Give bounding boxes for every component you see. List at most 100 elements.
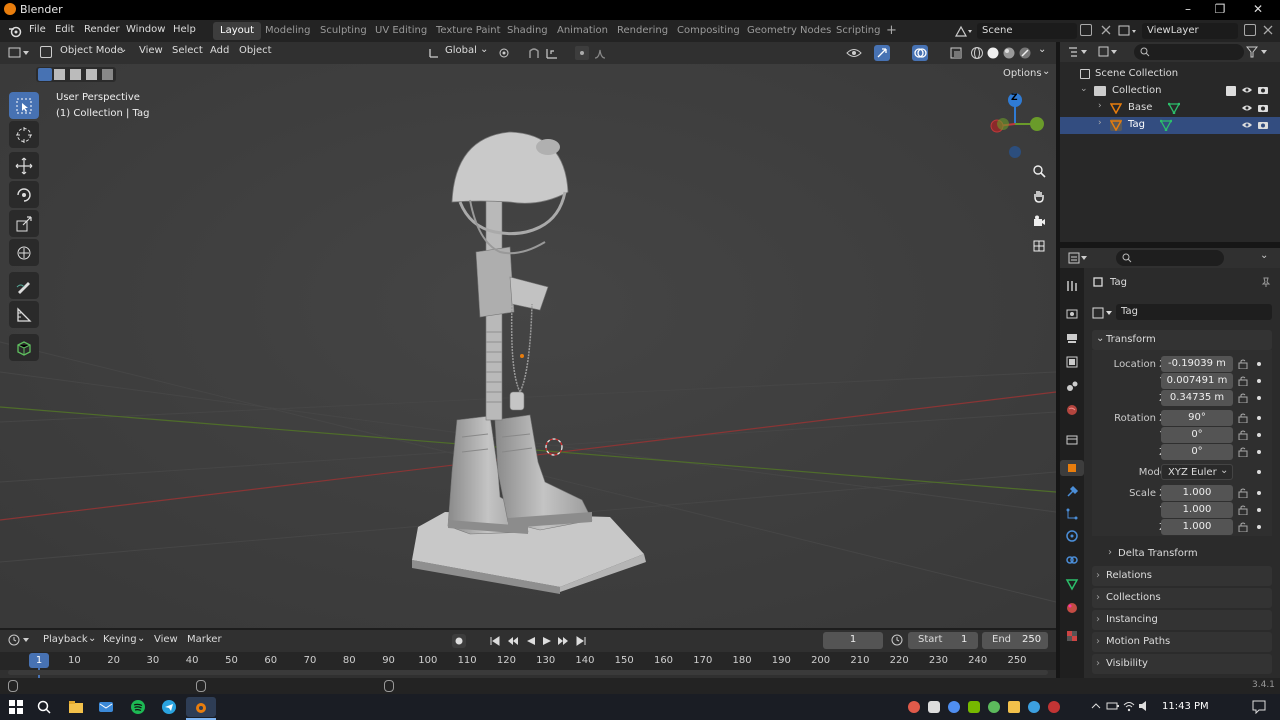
navigation-gizmo[interactable]: Z bbox=[985, 88, 1050, 158]
keyframe-dot-icon[interactable] bbox=[1257, 491, 1261, 495]
tab-texture-paint[interactable]: Texture Paint bbox=[429, 22, 508, 40]
expand-tag-icon[interactable]: › bbox=[1098, 118, 1102, 128]
rotation-y-field[interactable]: 0° bbox=[1161, 427, 1233, 443]
rotation-mode-dropdown[interactable]: XYZ Euler ⌄ bbox=[1161, 464, 1233, 480]
delta-transform-panel[interactable]: › Delta Transform bbox=[1106, 546, 1272, 562]
tray-app-icon[interactable] bbox=[908, 701, 920, 713]
notification-icon[interactable] bbox=[1252, 700, 1266, 714]
filter-icon[interactable] bbox=[1246, 45, 1270, 59]
location-z-field[interactable]: 0.34735 m bbox=[1161, 390, 1233, 406]
tray-app-icon[interactable] bbox=[1028, 701, 1040, 713]
spotify-icon[interactable] bbox=[128, 697, 148, 717]
render-camera-icon[interactable] bbox=[1257, 103, 1269, 113]
view-layer-icon[interactable] bbox=[1118, 24, 1138, 38]
auto-keying-icon[interactable] bbox=[452, 634, 466, 648]
output-tab-icon[interactable] bbox=[1064, 330, 1080, 346]
lock-icon[interactable] bbox=[1238, 376, 1248, 386]
delete-view-layer-icon[interactable] bbox=[1262, 24, 1274, 36]
move-tool[interactable] bbox=[9, 152, 39, 179]
collection-checkbox[interactable] bbox=[1226, 86, 1236, 96]
restore-icon[interactable]: ❐ bbox=[1210, 2, 1230, 16]
lock-icon[interactable] bbox=[1238, 505, 1248, 515]
current-frame-field[interactable]: 1 bbox=[823, 632, 883, 649]
tab-uv-editing[interactable]: UV Editing bbox=[368, 22, 434, 40]
data-tab-icon[interactable] bbox=[1064, 576, 1080, 592]
battery-icon[interactable] bbox=[1106, 700, 1120, 712]
end-frame-field[interactable]: End 250 bbox=[982, 632, 1048, 649]
location-x-field[interactable]: -0.19039 m bbox=[1161, 356, 1233, 372]
proportional-editing-icon[interactable] bbox=[575, 46, 589, 60]
select-subtract-icon[interactable] bbox=[70, 69, 81, 80]
start-frame-field[interactable]: Start 1 bbox=[908, 632, 978, 649]
view-layer-field[interactable]: ViewLayer bbox=[1142, 23, 1238, 39]
properties-options-chevron-icon[interactable]: ⌄ bbox=[1260, 250, 1268, 261]
keyframe-dot-icon[interactable] bbox=[1257, 379, 1261, 383]
cursor-tool[interactable] bbox=[9, 121, 39, 148]
expand-base-icon[interactable]: › bbox=[1098, 101, 1102, 111]
keyframe-dot-icon[interactable] bbox=[1257, 433, 1261, 437]
material-shading-icon[interactable] bbox=[1002, 46, 1016, 60]
scene-tab-icon[interactable] bbox=[1064, 378, 1080, 394]
render-camera-icon[interactable] bbox=[1257, 85, 1269, 95]
tray-app-icon[interactable] bbox=[1008, 701, 1020, 713]
relations-panel[interactable]: › Relations bbox=[1092, 566, 1272, 586]
measure-tool[interactable] bbox=[9, 301, 39, 328]
expand-collection-icon[interactable]: ⌄ bbox=[1080, 84, 1088, 94]
timeline-editor-icon[interactable] bbox=[8, 633, 32, 647]
ortho-grid-icon[interactable] bbox=[1029, 236, 1049, 256]
particles-tab-icon[interactable] bbox=[1064, 506, 1080, 522]
render-camera-icon[interactable] bbox=[1257, 120, 1269, 130]
timeline-scrollbar[interactable] bbox=[8, 670, 1048, 675]
blender-menu-icon[interactable] bbox=[8, 24, 22, 38]
rotation-x-field[interactable]: 90° bbox=[1161, 410, 1233, 426]
search-icon[interactable] bbox=[34, 697, 54, 717]
options-dropdown[interactable]: Options bbox=[1003, 68, 1042, 79]
editor-type-icon[interactable] bbox=[8, 46, 32, 60]
tab-scripting[interactable]: Scripting bbox=[829, 22, 887, 40]
properties-search-input[interactable] bbox=[1116, 250, 1224, 266]
play-icon[interactable] bbox=[540, 634, 554, 648]
menu-help[interactable]: Help bbox=[173, 24, 196, 35]
pivot-icon[interactable] bbox=[498, 47, 510, 59]
xray-icon[interactable] bbox=[949, 46, 963, 60]
world-tab-icon[interactable] bbox=[1064, 402, 1080, 418]
select-extend-icon[interactable] bbox=[54, 69, 65, 80]
add-workspace-icon[interactable]: + bbox=[886, 23, 897, 38]
scale-x-field[interactable]: 1.000 bbox=[1161, 485, 1233, 501]
lock-icon[interactable] bbox=[1238, 359, 1248, 369]
tray-app-icon[interactable] bbox=[1048, 701, 1060, 713]
mode-dropdown[interactable]: Object Mode bbox=[60, 45, 123, 56]
menu-render[interactable]: Render bbox=[84, 24, 120, 35]
motion-paths-panel[interactable]: › Motion Paths bbox=[1092, 632, 1272, 652]
object-name-field[interactable]: Tag bbox=[1116, 304, 1272, 320]
select-box-tool[interactable] bbox=[9, 92, 39, 119]
keyframe-dot-icon[interactable] bbox=[1257, 525, 1261, 529]
menu-window[interactable]: Window bbox=[126, 24, 165, 35]
tab-modeling[interactable]: Modeling bbox=[258, 22, 318, 40]
visibility-panel[interactable]: › Visibility bbox=[1092, 654, 1272, 674]
chevron-up-icon[interactable] bbox=[1090, 700, 1102, 712]
rotate-tool[interactable] bbox=[9, 181, 39, 208]
menu-add[interactable]: Add bbox=[210, 45, 229, 56]
eye-icon[interactable] bbox=[1241, 103, 1253, 113]
modifier-tab-icon[interactable] bbox=[1064, 484, 1080, 500]
visibility-icon[interactable] bbox=[846, 46, 862, 60]
menu-view[interactable]: View bbox=[139, 45, 163, 56]
marker-menu[interactable]: Marker bbox=[187, 634, 222, 645]
location-y-field[interactable]: 0.007491 m bbox=[1161, 373, 1233, 389]
lock-icon[interactable] bbox=[1238, 488, 1248, 498]
select-invert-icon[interactable] bbox=[86, 69, 97, 80]
play-reverse-icon[interactable] bbox=[524, 634, 538, 648]
delete-scene-icon[interactable] bbox=[1100, 24, 1112, 36]
menu-file[interactable]: File bbox=[29, 24, 46, 35]
shading-chevron-icon[interactable]: ⌄ bbox=[1038, 44, 1046, 55]
close-icon[interactable]: ✕ bbox=[1248, 2, 1268, 16]
jump-end-icon[interactable] bbox=[574, 634, 588, 648]
nvidia-icon[interactable] bbox=[968, 701, 980, 713]
material-tab-icon[interactable] bbox=[1064, 600, 1080, 616]
tab-rendering[interactable]: Rendering bbox=[610, 22, 675, 40]
keyframe-dot-icon[interactable] bbox=[1257, 508, 1261, 512]
rotation-z-field[interactable]: 0° bbox=[1161, 444, 1233, 460]
wireframe-shading-icon[interactable] bbox=[970, 46, 984, 60]
chrome-icon[interactable] bbox=[948, 701, 960, 713]
